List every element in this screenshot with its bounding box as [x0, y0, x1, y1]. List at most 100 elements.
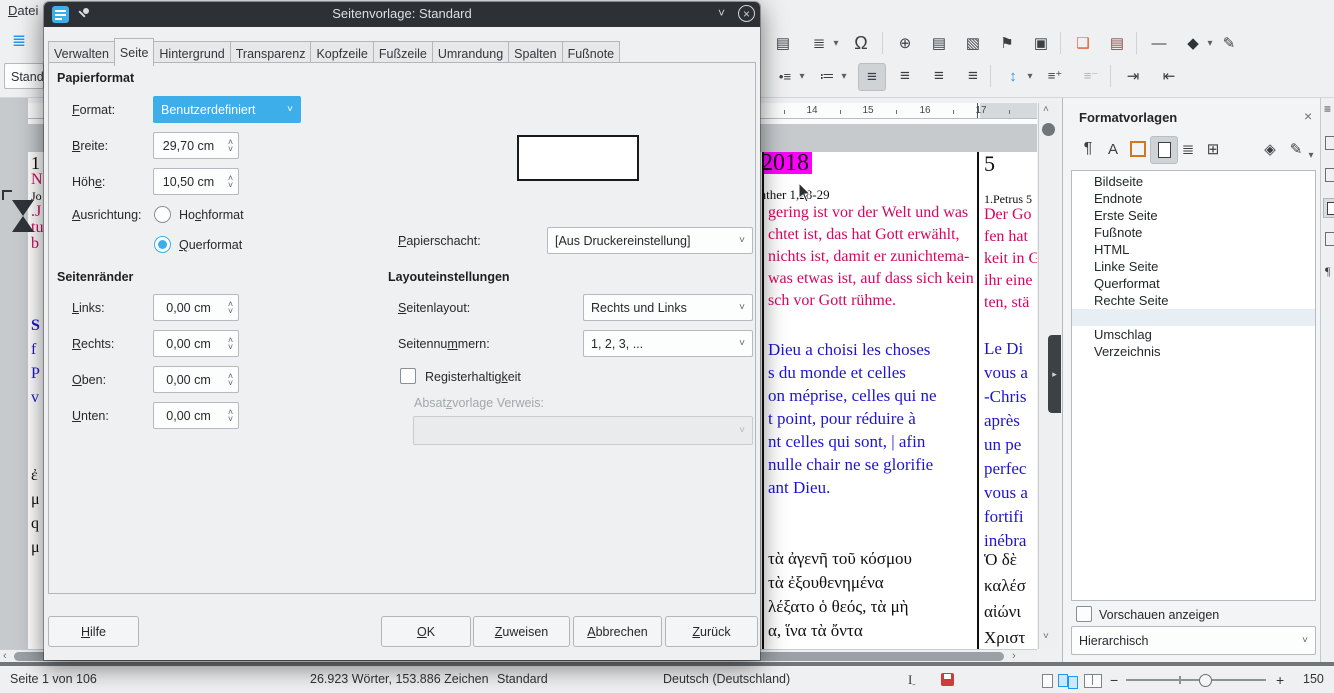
insert-footnote-icon[interactable]: ▤	[926, 30, 952, 56]
scroll-right-arrow-icon[interactable]: ›	[1012, 650, 1016, 662]
single-page-view-icon[interactable]	[1042, 674, 1053, 688]
zoom-level[interactable]: 150	[1303, 672, 1324, 686]
align-right-icon[interactable]: ≡	[926, 63, 952, 89]
decrease-paragraph-spacing-icon[interactable]: ≡⁻	[1078, 63, 1104, 89]
register-true-checkbox[interactable]	[400, 368, 416, 384]
margin-bottom-spinbox[interactable]: 0,00 cm ˄˅	[153, 402, 239, 429]
tab-seite[interactable]: Seite	[114, 38, 155, 66]
document-column-left[interactable]: 2018 1.Korinther 1,28-29 gering ist vor …	[764, 152, 977, 649]
scroll-left-arrow-icon[interactable]: ‹	[3, 650, 7, 662]
paragraph-style-combo[interactable]: Standard	[4, 63, 44, 89]
insert-endnote-icon[interactable]: ▧	[960, 30, 986, 56]
insert-comment-icon[interactable]: ❑	[1070, 30, 1096, 56]
zoom-in-icon[interactable]: +	[1276, 672, 1284, 688]
styles-list-item[interactable]: Rechte Seite	[1072, 292, 1315, 309]
styles-list-item[interactable]: Umschlag	[1072, 326, 1315, 343]
insert-bookmark-icon[interactable]: ⚑	[994, 30, 1020, 56]
frame-styles-icon[interactable]	[1125, 136, 1151, 162]
dialog-close-icon[interactable]: ×	[738, 5, 755, 22]
scrollbar-thumb[interactable]	[1042, 123, 1055, 136]
portrait-radio[interactable]	[154, 206, 171, 223]
margin-right-spinbox[interactable]: 0,00 cm ˄˅	[153, 330, 239, 357]
shapes-dropdown-arrow-icon[interactable]: ▾	[1204, 30, 1216, 56]
scroll-down-arrow-icon[interactable]: ˅	[1043, 631, 1049, 642]
cancel-button[interactable]: Abbrechen	[573, 616, 662, 647]
track-changes-icon[interactable]: ▤	[1104, 30, 1130, 56]
unsaved-changes-icon[interactable]	[941, 673, 954, 686]
spinner-arrows-icon[interactable]: ˄˅	[223, 301, 238, 315]
book-view-icon[interactable]	[1084, 674, 1102, 688]
justify-icon[interactable]: ≡	[960, 63, 986, 89]
status-page-info[interactable]: Seite 1 von 106	[10, 672, 97, 686]
panel-close-icon[interactable]: ×	[1304, 108, 1312, 124]
special-character-icon[interactable]: Ω	[848, 30, 874, 56]
multi-page-view-icon2[interactable]	[1068, 676, 1078, 689]
styles-list-item-selected[interactable]	[1072, 309, 1315, 326]
selection-mode-icon[interactable]: Iˍ	[908, 672, 915, 688]
line-spacing-dropdown-arrow-icon[interactable]: ▾	[1024, 63, 1036, 89]
scroll-up-arrow-icon[interactable]: ˄	[1043, 104, 1049, 115]
decrease-indent-icon[interactable]: ⇤	[1156, 63, 1182, 89]
toolbar-fragment-icon[interactable]: ≣	[6, 28, 32, 54]
spinner-arrows-icon[interactable]: ˄˅	[223, 409, 238, 423]
align-center-icon[interactable]: ≡	[892, 63, 918, 89]
reset-button[interactable]: Zurück	[665, 616, 758, 647]
styles-list-item[interactable]: HTML	[1072, 241, 1315, 258]
new-style-dropdown-arrow-icon[interactable]: ▾	[1305, 142, 1317, 168]
spinner-arrows-icon[interactable]: ˄˅	[223, 337, 238, 351]
format-dropdown[interactable]: Benutzerdefiniert ˅	[153, 96, 301, 123]
ordered-list-icon[interactable]: ≔	[814, 63, 840, 89]
zoom-slider-track[interactable]	[1126, 679, 1266, 681]
unordered-list-dropdown-arrow-icon[interactable]: ▾	[796, 63, 808, 89]
width-spinbox[interactable]: 29,70 cm ˄˅	[153, 132, 239, 159]
height-spinbox[interactable]: 10,50 cm ˄˅	[153, 168, 239, 195]
help-button[interactable]: Hilfe	[48, 616, 139, 647]
basic-shapes-icon[interactable]: ◆	[1180, 30, 1206, 56]
page-numbers-dropdown[interactable]: 1, 2, 3, ... ˅	[583, 330, 753, 357]
paragraph-styles-icon[interactable]: ¶	[1075, 136, 1101, 162]
sidebar-properties-icon[interactable]	[1325, 136, 1334, 150]
styles-list-item[interactable]: Linke Seite	[1072, 258, 1315, 275]
align-left-icon[interactable]: ≡	[858, 63, 886, 91]
margin-top-spinbox[interactable]: 0,00 cm ˄˅	[153, 366, 239, 393]
character-styles-icon[interactable]: A	[1100, 136, 1126, 162]
styles-filter-dropdown[interactable]: Hierarchisch ˅	[1071, 626, 1316, 655]
status-word-count[interactable]: 26.923 Wörter, 153.886 Zeichen	[310, 672, 489, 686]
ok-button[interactable]: OK	[381, 616, 471, 647]
unordered-list-icon[interactable]: •≡	[772, 63, 798, 89]
menu-datei[interactable]: Datei	[8, 3, 38, 18]
status-page-style[interactable]: Standard	[497, 672, 548, 686]
spinner-arrows-icon[interactable]: ˄˅	[223, 175, 238, 189]
show-previews-checkbox[interactable]	[1076, 606, 1092, 622]
apply-button[interactable]: Zuweisen	[473, 616, 570, 647]
styles-list-item[interactable]: Fußnote	[1072, 224, 1315, 241]
spinner-arrows-icon[interactable]: ˄˅	[223, 373, 238, 387]
styles-list-item[interactable]: Erste Seite	[1072, 207, 1315, 224]
table-styles-icon[interactable]: ⊞	[1200, 136, 1226, 162]
ordered-list-dropdown-arrow-icon[interactable]: ▾	[838, 63, 850, 89]
freeform-line-icon[interactable]: ✎	[1216, 30, 1242, 56]
insert-text-frame-icon[interactable]: ≣	[806, 30, 832, 56]
document-column-right[interactable]: 5 1.Petrus 5 Der Go fen hat keit in G ih…	[980, 152, 1037, 649]
status-language[interactable]: Deutsch (Deutschland)	[663, 672, 790, 686]
increase-paragraph-spacing-icon[interactable]: ≡⁺	[1042, 63, 1068, 89]
zoom-out-icon[interactable]: −	[1110, 672, 1118, 688]
page-layout-dropdown[interactable]: Rechts und Links ˅	[583, 294, 753, 321]
sidebar-gallery-icon[interactable]	[1325, 232, 1334, 246]
sidebar-handle[interactable]: ▸	[1048, 335, 1061, 413]
multi-page-view-icon[interactable]	[1058, 674, 1068, 687]
styles-list-item[interactable]: Querformat	[1072, 275, 1315, 292]
insert-page-break-icon[interactable]: ▤	[770, 30, 796, 56]
zoom-slider-handle[interactable]	[1199, 674, 1212, 687]
dialog-titlebar[interactable]: Seitenvorlage: Standard ˅ ×	[44, 2, 760, 27]
fill-format-mode-icon[interactable]: ◈	[1257, 136, 1283, 162]
line-spacing-icon[interactable]: ↕	[1000, 63, 1026, 89]
styles-list-item[interactable]: Verzeichnis	[1072, 343, 1315, 360]
sidebar-styles-icon[interactable]	[1323, 198, 1334, 218]
sidebar-page-icon[interactable]	[1325, 168, 1334, 182]
dialog-shade-chevron-icon[interactable]: ˅	[718, 6, 725, 20]
paper-tray-dropdown[interactable]: [Aus Druckereinstellung] ˅	[547, 227, 753, 254]
margin-left-spinbox[interactable]: 0,00 cm ˄˅	[153, 294, 239, 321]
styles-list-item[interactable]: Bildseite	[1072, 173, 1315, 190]
text-frame-dropdown-arrow-icon[interactable]: ▾	[830, 30, 842, 56]
